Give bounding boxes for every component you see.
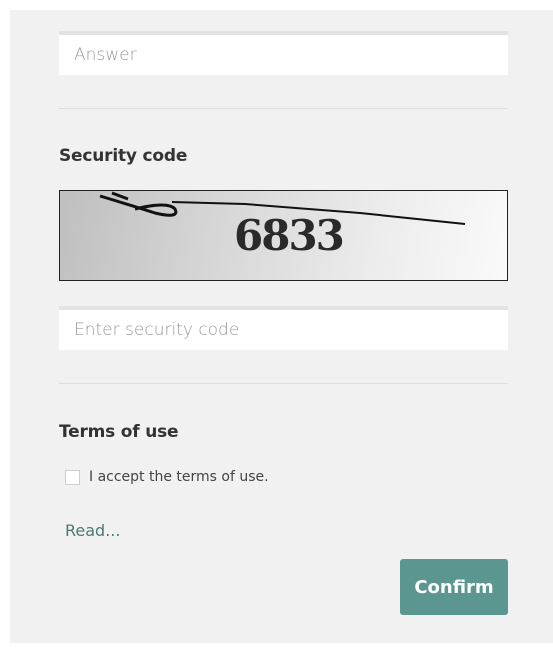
read-terms-link[interactable]: Read... (65, 521, 120, 540)
terms-checkbox-row: I accept the terms of use. (65, 466, 269, 488)
captcha-text: 6833 (234, 211, 343, 260)
terms-checkbox-label: I accept the terms of use. (89, 469, 269, 485)
security-code-heading: Security code (59, 146, 188, 166)
security-code-field-container (59, 306, 508, 350)
confirm-button[interactable]: Confirm (400, 559, 508, 615)
divider (59, 108, 508, 109)
answer-input[interactable] (59, 35, 508, 75)
divider (59, 383, 508, 384)
terms-heading: Terms of use (59, 422, 179, 442)
form-panel: Security code 6833 Terms of use I accept… (10, 10, 553, 643)
terms-checkbox[interactable] (65, 469, 80, 485)
captcha-image: 6833 (59, 190, 508, 281)
security-code-input[interactable] (59, 310, 508, 350)
answer-field-container (59, 31, 508, 75)
